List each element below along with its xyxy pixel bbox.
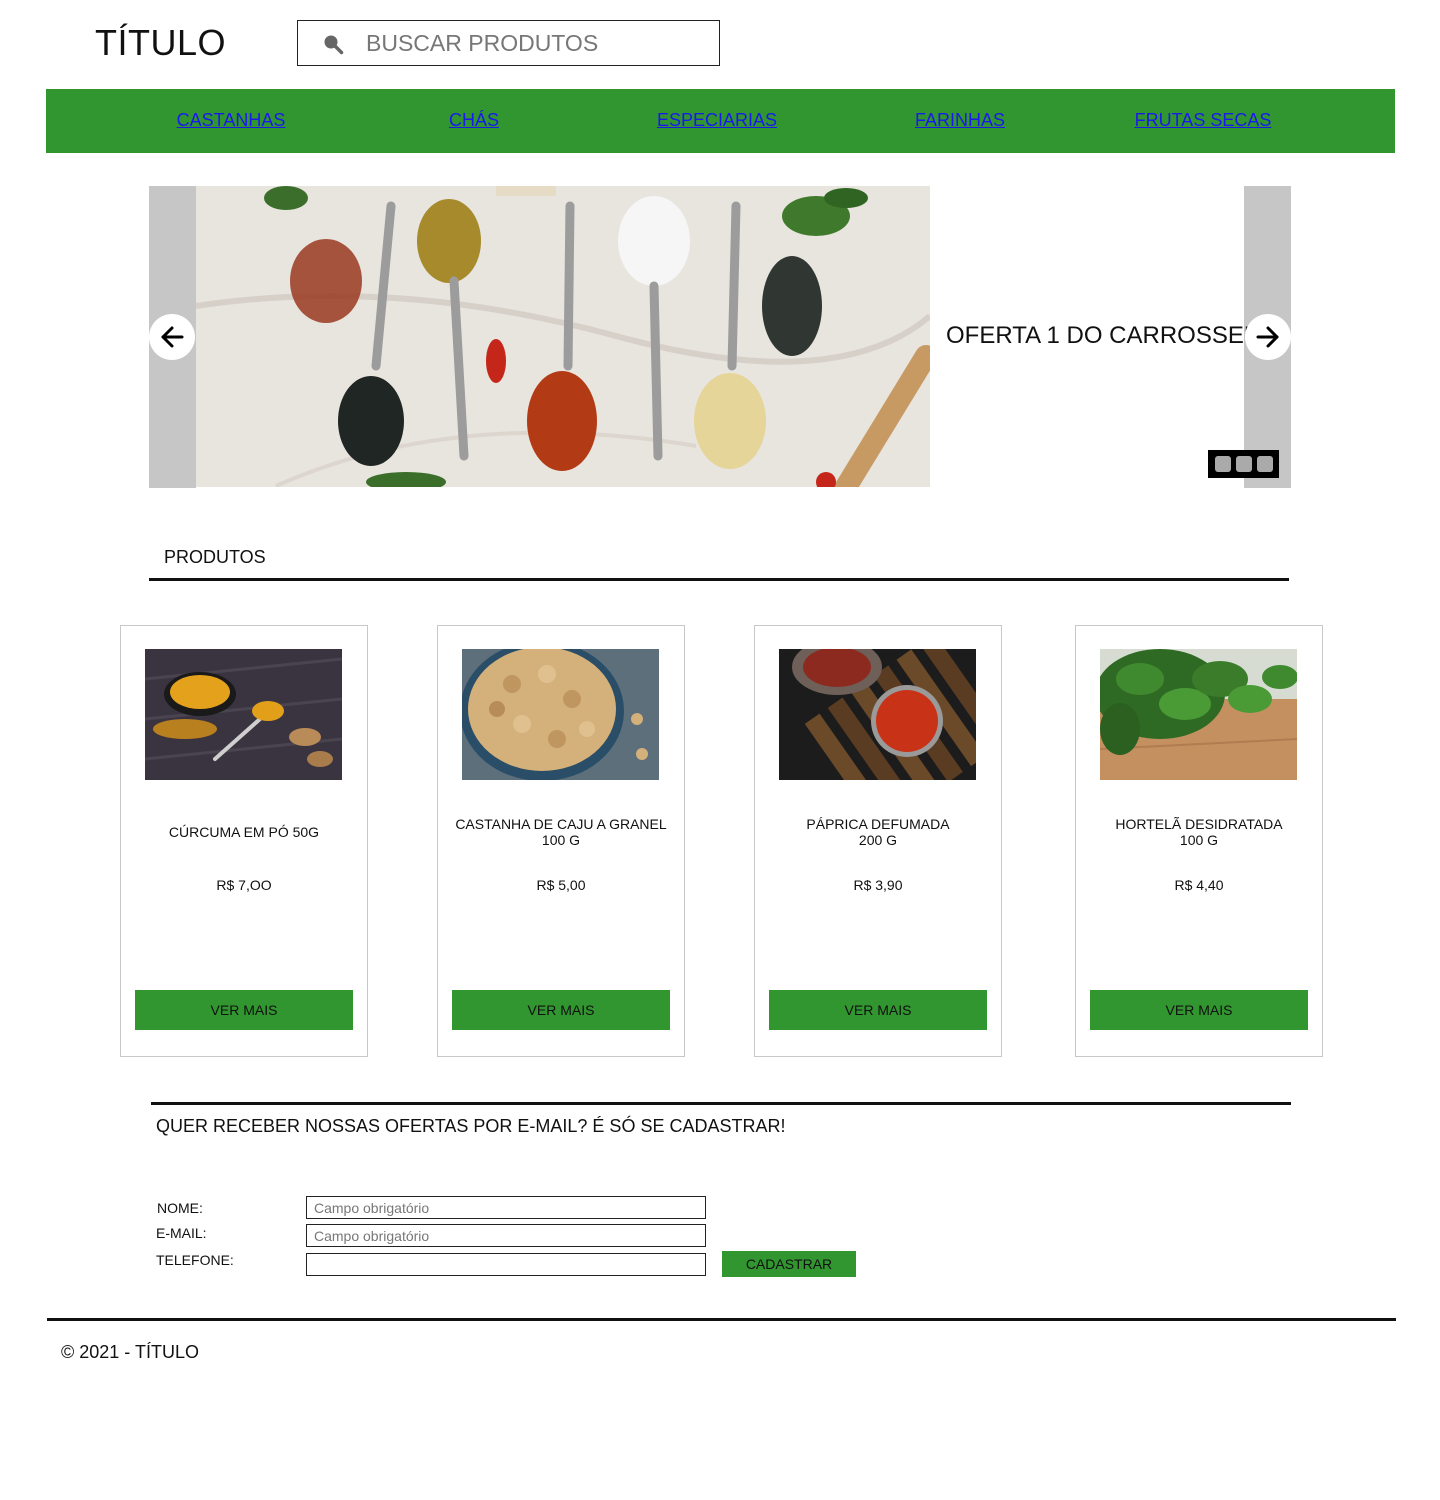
phone-label: TELEFONE: [156,1252,234,1268]
register-button[interactable]: CADASTRAR [722,1251,856,1277]
footer-copyright: © 2021 - TÍTULO [61,1342,199,1362]
see-more-button[interactable]: VER MAIS [1090,990,1308,1030]
product-price: R$ 5,00 [536,877,586,893]
product-name: HORTELÃ DESIDRATADA 100 G [1115,816,1283,848]
search-input[interactable] [366,29,706,57]
carousel-dot-1[interactable] [1214,456,1231,472]
name-label: NOME: [157,1200,203,1216]
nav-link-farinhas[interactable]: FARINHAS [915,110,1005,131]
footer-divider [47,1318,1396,1321]
name-field[interactable] [306,1196,706,1219]
product-name: CÚRCUMA EM PÓ 50G [168,824,320,840]
arrow-left-icon [161,326,184,348]
phone-field[interactable] [306,1253,706,1276]
products-section-title: PRODUTOS [164,547,266,567]
product-card: HORTELÃ DESIDRATADA 100 G R$ 4,40 VER MA… [1075,625,1323,1057]
product-image-hortela-desidratada [1100,649,1297,780]
nav-link-chas[interactable]: CHÁS [449,110,499,131]
product-name: PÁPRICA DEFUMADA 200 G [806,816,950,848]
see-more-button[interactable]: VER MAIS [135,990,353,1030]
nav-link-castanhas[interactable]: CASTANHAS [177,110,286,131]
product-price: R$ 7,OO [216,877,272,893]
see-more-button[interactable]: VER MAIS [769,990,987,1030]
nav-link-especiarias[interactable]: ESPECIARIAS [657,110,777,131]
site-title: TÍTULO [95,22,227,63]
carousel-spices-image [196,186,930,487]
carousel-indicators [1208,450,1279,478]
nav-link-frutas-secas[interactable]: FRUTAS SECAS [1135,110,1272,131]
product-image-curcuma [145,649,342,780]
product-image-paprica-defumada [779,649,976,780]
see-more-button[interactable]: VER MAIS [452,990,670,1030]
newsletter-title: QUER RECEBER NOSSAS OFERTAS POR E-MAIL? … [156,1116,786,1136]
carousel-dot-3[interactable] [1256,456,1273,472]
newsletter-divider [151,1102,1291,1105]
email-label: E-MAIL: [156,1225,207,1241]
search-box[interactable] [297,20,720,66]
offer-carousel: OFERTA 1 DO CARROSSEL [149,186,1291,488]
email-field[interactable] [306,1224,706,1247]
product-card: CASTANHA DE CAJU A GRANEL 100 G R$ 5,00 … [437,625,685,1057]
carousel-dot-2[interactable] [1235,456,1252,472]
product-card: CÚRCUMA EM PÓ 50G R$ 7,OO VER MAIS [120,625,368,1057]
product-price: R$ 4,40 [1174,877,1224,893]
products-divider [149,578,1289,581]
product-price: R$ 3,90 [853,877,903,893]
carousel-prev-button[interactable] [149,314,195,360]
product-image-castanha-de-caju [462,649,659,780]
carousel-next-button[interactable] [1245,314,1291,360]
arrow-right-icon [1256,326,1279,348]
product-name: CASTANHA DE CAJU A GRANEL 100 G [455,816,667,848]
search-icon [324,35,344,55]
category-nav: CASTANHAS CHÁS ESPECIARIAS FARINHAS FRUT… [46,89,1395,153]
carousel-offer-text: OFERTA 1 DO CARROSSEL [946,322,1258,349]
product-card: PÁPRICA DEFUMADA 200 G R$ 3,90 VER MAIS [754,625,1002,1057]
